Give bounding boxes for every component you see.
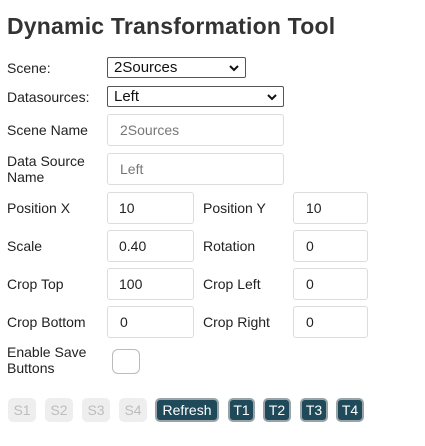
data-source-name-label-line1: Data Source (7, 153, 85, 169)
crop-right-value: 0 (306, 314, 314, 330)
position-x-label: Position X (7, 200, 71, 216)
data-source-name-label-line2: Name (7, 169, 45, 185)
crop-right-input[interactable]: 0 (293, 306, 368, 338)
datasources-select-value: Left (114, 88, 140, 105)
scale-input[interactable]: 0.40 (107, 230, 194, 262)
crop-left-label: Crop Left (203, 276, 261, 292)
crop-top-input[interactable]: 100 (107, 268, 194, 300)
position-y-input[interactable]: 10 (293, 192, 368, 224)
save-slot-4-button[interactable]: S4 (119, 398, 147, 422)
transform-2-button[interactable]: T2 (263, 398, 291, 422)
save-slot-1-button[interactable]: S1 (8, 398, 36, 422)
chevron-down-icon (267, 94, 277, 101)
datasources-select[interactable]: Left (107, 86, 284, 107)
crop-bottom-label: Crop Bottom (7, 314, 86, 330)
rotation-value: 0 (306, 238, 314, 254)
rotation-input[interactable]: 0 (293, 230, 368, 262)
save-slot-2-button[interactable]: S2 (45, 398, 73, 422)
scene-name-field: 2Sources (107, 114, 284, 146)
data-source-name-field: Left (107, 153, 284, 185)
refresh-button[interactable]: Refresh (155, 398, 219, 422)
crop-bottom-value: 0 (120, 314, 128, 330)
position-x-value: 10 (119, 200, 135, 216)
datasources-label: Datasources: (7, 89, 90, 105)
position-y-value: 10 (306, 200, 322, 216)
scene-name-label: Scene Name (7, 122, 88, 138)
data-source-name-value: Left (120, 161, 144, 177)
chevron-down-icon (229, 65, 239, 72)
position-y-label: Position Y (203, 200, 266, 216)
scene-select[interactable]: 2Sources (107, 57, 246, 78)
crop-left-input[interactable]: 0 (293, 268, 368, 300)
crop-left-value: 0 (306, 276, 314, 292)
crop-top-value: 100 (119, 276, 143, 292)
enable-save-checkbox[interactable] (112, 349, 140, 374)
enable-save-label-line2: Buttons (7, 360, 55, 376)
save-slot-3-button[interactable]: S3 (82, 398, 110, 422)
scene-name-value: 2Sources (120, 122, 180, 138)
scale-label: Scale (7, 238, 43, 254)
transform-3-button[interactable]: T3 (300, 398, 328, 422)
scene-label: Scene: (7, 60, 51, 76)
enable-save-label-line1: Enable Save (7, 344, 87, 360)
page-title: Dynamic Transformation Tool (7, 13, 336, 39)
scene-select-value: 2Sources (114, 59, 178, 76)
crop-top-label: Crop Top (7, 276, 64, 292)
position-x-input[interactable]: 10 (107, 192, 194, 224)
scale-value: 0.40 (119, 238, 147, 254)
transform-1-button[interactable]: T1 (228, 398, 255, 422)
transform-4-button[interactable]: T4 (336, 398, 364, 422)
crop-right-label: Crop Right (203, 314, 270, 330)
crop-bottom-input[interactable]: 0 (107, 306, 194, 338)
rotation-label: Rotation (203, 238, 256, 254)
